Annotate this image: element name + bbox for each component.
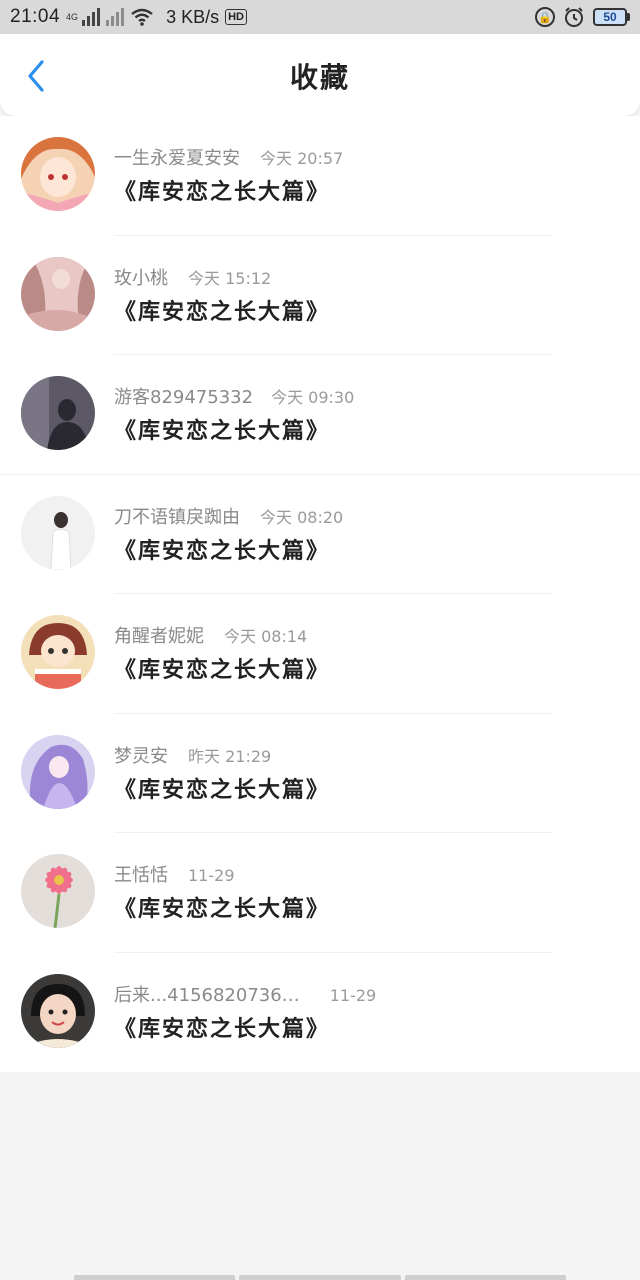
post-time: 今天 15:12 (188, 268, 272, 288)
post-title[interactable]: 《库安恋之长大篇》 (114, 891, 330, 923)
avatar[interactable] (21, 973, 95, 1048)
author-name[interactable]: 角醒者妮妮 (114, 622, 204, 648)
network-speed: 3 KB/s (166, 6, 220, 27)
author-name[interactable]: 玫小桃 (114, 264, 168, 290)
post-time: 今天 08:20 (260, 507, 344, 527)
favorite-item[interactable]: 王恬恬 11-29 《库安恋之长大篇》 (0, 833, 640, 953)
battery-level: 50 (593, 8, 627, 26)
favorites-list: 一生永爱夏安安 今天 20:57 《库安恋之长大篇》 玫小桃 今天 15:12 《库… (0, 116, 640, 1072)
wifi-icon (131, 8, 153, 26)
page: 21:04 4G 3 KB/s HD 🔒 50 收藏 一生永爱夏安安 今天 20… (0, 0, 640, 1280)
author-name[interactable]: 后来...4156820736… (114, 981, 300, 1007)
post-time: 昨天 21:29 (188, 746, 272, 766)
post-time: 今天 20:57 (260, 149, 344, 168)
favorite-item[interactable]: 梦灵安 昨天 21:29 《库安恋之长大篇》 (0, 714, 640, 833)
nav-hint-left (74, 1275, 236, 1280)
avatar[interactable] (21, 615, 95, 689)
favorite-item[interactable]: 角醒者妮妮 今天 08:14 《库安恋之长大篇》 (0, 594, 640, 714)
author-name[interactable]: 游客829475332 (114, 383, 253, 409)
avatar[interactable] (21, 854, 95, 928)
avatar[interactable] (21, 495, 95, 570)
author-name[interactable]: 王恬恬 (114, 861, 168, 887)
post-title[interactable]: 《库安恋之长大篇》 (114, 533, 330, 565)
post-title[interactable]: 《库安恋之长大篇》 (114, 652, 330, 684)
post-title[interactable]: 《库安恋之长大篇》 (114, 772, 330, 804)
rotation-lock-icon: 🔒 (535, 7, 555, 27)
battery-icon: 50 (593, 8, 630, 26)
alarm-icon (565, 7, 583, 27)
hd-voice-icon: HD (225, 9, 247, 25)
author-name[interactable]: 刀不语镇戾踟由 (114, 503, 240, 529)
bottom-navigation-hint (74, 1275, 566, 1280)
post-title[interactable]: 《库安恋之长大篇》 (114, 174, 330, 206)
avatar[interactable] (21, 734, 95, 809)
network-type-label: 4G (66, 11, 79, 22)
post-title[interactable]: 《库安恋之长大篇》 (114, 1011, 330, 1043)
favorite-item[interactable]: 后来...4156820736… 11-29 《库安恋之长大篇》 (0, 953, 640, 1073)
post-title[interactable]: 《库安恋之长大篇》 (114, 294, 330, 326)
signal-icon (82, 8, 101, 26)
page-title: 收藏 (289, 61, 350, 94)
favorite-item[interactable]: 玫小桃 今天 15:12 《库安恋之长大篇》 (0, 236, 640, 355)
post-title[interactable]: 《库安恋之长大篇》 (114, 413, 330, 445)
favorite-item[interactable]: 游客829475332 今天 09:30 《库安恋之长大篇》 (0, 355, 640, 475)
status-bar: 21:04 4G 3 KB/s HD 🔒 50 (0, 0, 640, 34)
avatar[interactable] (21, 376, 95, 450)
author-name[interactable]: 一生永爱夏安安 (114, 144, 240, 170)
avatar[interactable] (21, 256, 95, 331)
post-time: 今天 08:14 (224, 627, 308, 646)
status-time: 21:04 (10, 6, 61, 27)
author-name[interactable]: 梦灵安 (114, 742, 168, 768)
nav-hint-center (239, 1275, 401, 1280)
favorite-item[interactable]: 刀不语镇戾踟由 今天 08:20 《库安恋之长大篇》 (0, 475, 640, 594)
post-time: 11-29 (188, 866, 235, 885)
favorite-item[interactable]: 一生永爱夏安安 今天 20:57 《库安恋之长大篇》 (0, 116, 640, 236)
post-time: 今天 09:30 (271, 388, 355, 407)
top-nav-bar: 收藏 (0, 34, 640, 116)
nav-hint-right (404, 1275, 566, 1280)
avatar[interactable] (21, 137, 95, 211)
post-time: 11-29 (329, 985, 377, 1005)
signal-no-service-icon (106, 8, 125, 26)
